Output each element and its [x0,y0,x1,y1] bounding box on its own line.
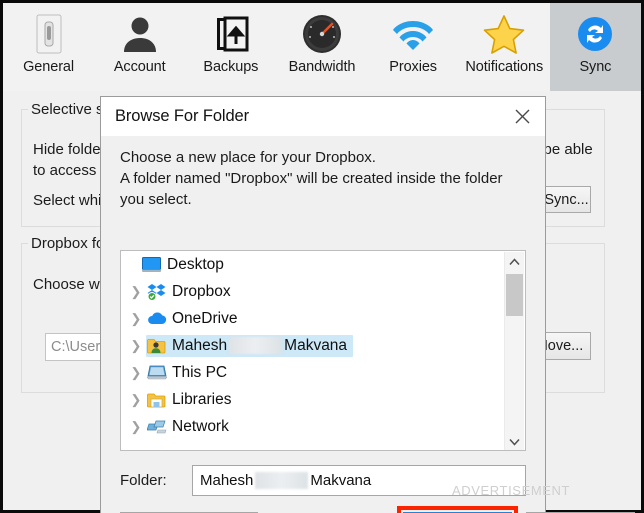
tree-item-label: Desktop [167,255,224,273]
dialog-titlebar: Browse For Folder [101,97,545,136]
network-icon [146,418,167,436]
close-icon[interactable] [499,97,545,136]
prompt-line-2: A folder named "Dropbox" will be created… [120,170,503,187]
folder-value-part2: Makvana [310,471,372,489]
chevron-right-icon[interactable]: ❯ [126,284,146,300]
folder-name-row: Folder: Mahesh Makvana [120,464,526,496]
folder-value-part1: Mahesh [200,471,254,489]
tree-item-content: Desktop [141,254,230,276]
libraries-icon [146,391,167,409]
browse-for-folder-dialog: Browse For Folder Choose a new place for… [100,96,635,513]
folder-label: Folder: [120,471,167,489]
chevron-up-icon[interactable] [505,252,524,271]
chevron-right-icon[interactable]: ❯ [126,365,146,381]
tree-item-onedrive[interactable]: ❯ OneDrive [121,305,507,332]
tree-item-this-pc[interactable]: ❯ This PC [121,359,507,386]
this-pc-icon [146,364,167,382]
redacted-middle-name [229,337,283,354]
tree-item-label: Mahesh [172,336,228,354]
desktop-icon [141,256,162,274]
redacted-middle-name [255,471,309,489]
tree-item-content: Dropbox [146,281,237,303]
tree-item-label-2: Makvana [284,336,348,354]
chevron-right-icon[interactable]: ❯ [126,392,146,408]
chevron-right-icon[interactable]: ❯ [126,419,146,435]
tree-item-content: Network [146,416,235,438]
user-folder-icon [146,337,167,355]
tree-item-label: Dropbox [172,282,231,300]
tree-item-user-folder[interactable]: ❯ Mahesh Makvana [121,332,507,359]
chevron-down-icon[interactable] [505,432,524,450]
tree-item-desktop[interactable]: › Desktop [121,251,507,278]
tree-item-label: Libraries [172,390,232,408]
folder-name-input[interactable]: Mahesh Makvana [192,464,526,496]
tree-scrollbar[interactable] [504,252,524,450]
prompt-line-1: Choose a new place for your Dropbox. [120,149,376,166]
dialog-prompt: Choose a new place for your Dropbox. A f… [120,147,530,210]
folder-tree-rows: › Desktop ❯ [121,251,507,440]
tree-item-libraries[interactable]: ❯ Libraries [121,386,507,413]
chevron-right-icon[interactable]: ❯ [126,311,146,327]
scrollbar-thumb[interactable] [506,274,523,316]
tree-item-label: Network [172,417,229,435]
tree-item-content: Mahesh Makvana [146,334,354,357]
tree-item-content: OneDrive [146,308,243,330]
tree-item-label: OneDrive [172,309,238,327]
dropbox-icon [146,283,167,301]
chevron-right-icon: › [121,257,141,272]
onedrive-icon [146,310,167,328]
tree-item-dropbox[interactable]: ❯ Dropbox [121,278,507,305]
tree-item-content: This PC [146,362,233,384]
dialog-body: Choose a new place for your Dropbox. A f… [101,136,635,513]
screenshot-root: General Account Backups Bandwidth Proxie… [0,0,644,513]
tree-item-content: Libraries [146,389,237,411]
folder-tree[interactable]: › Desktop ❯ [120,250,526,451]
prompt-line-3: you select. [120,191,192,208]
tree-item-network[interactable]: ❯ Network [121,413,507,440]
tree-item-label: This PC [172,363,228,381]
chevron-right-icon[interactable]: ❯ [126,338,146,354]
dialog-title: Browse For Folder [115,107,250,125]
